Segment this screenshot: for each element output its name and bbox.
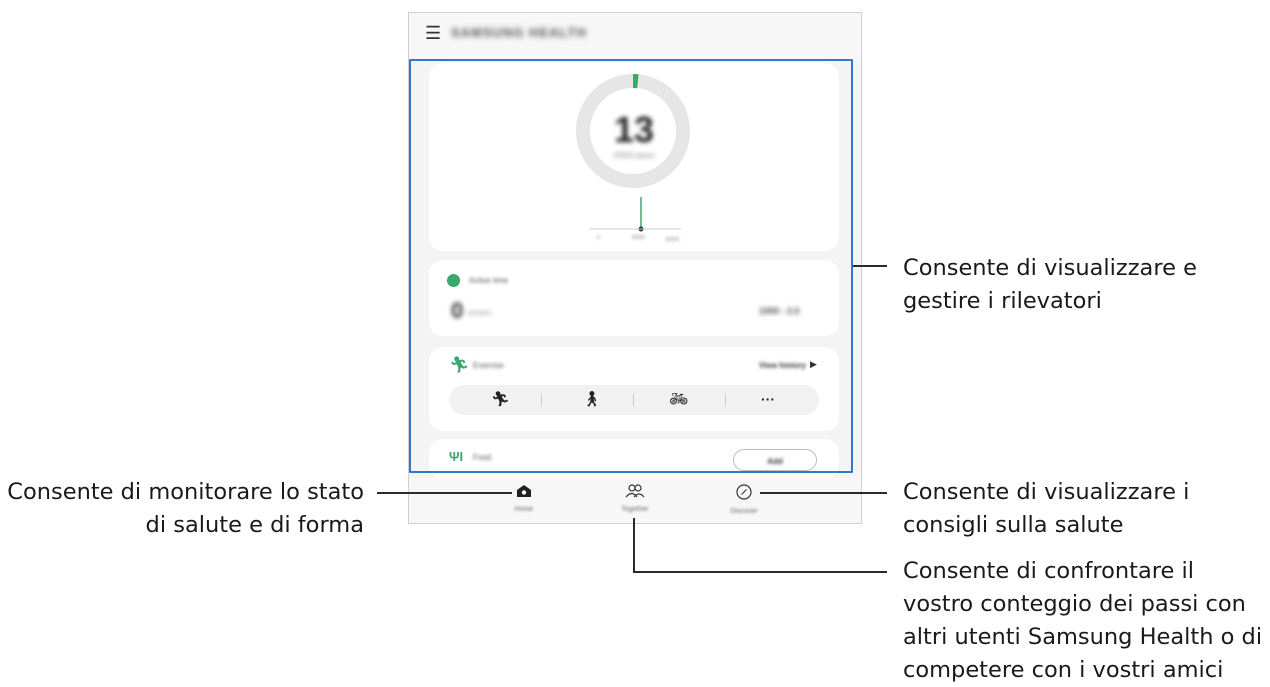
leader-line-home bbox=[377, 492, 512, 494]
nav-together-label: Together bbox=[621, 506, 649, 513]
callout-together-line2: vostro conteggio dei passi con bbox=[903, 591, 1246, 617]
callout-together: Consente di confrontare il vostro conteg… bbox=[903, 555, 1262, 687]
callout-trackers-line1: Consente di visualizzare e bbox=[903, 255, 1197, 281]
callout-trackers: Consente di visualizzare e gestire i ril… bbox=[903, 252, 1197, 318]
callout-home-line1: Consente di monitorare lo stato bbox=[7, 479, 364, 505]
leader-line-discover bbox=[760, 492, 887, 494]
people-icon bbox=[625, 484, 645, 498]
callout-home-line2: di salute e di forma bbox=[145, 512, 364, 538]
leader-line-together-v bbox=[633, 518, 635, 572]
app-bar: ☰ SAMSUNG HEALTH bbox=[409, 13, 861, 59]
hamburger-menu-icon[interactable]: ☰ bbox=[425, 23, 441, 44]
leader-line-together-h bbox=[633, 571, 887, 573]
nav-home[interactable]: Home bbox=[494, 484, 554, 513]
app-title: SAMSUNG HEALTH bbox=[451, 25, 587, 40]
leader-line-trackers bbox=[853, 265, 887, 267]
nav-discover-label: Discover bbox=[730, 508, 758, 515]
callout-together-line3: altri utenti Samsung Health o di bbox=[903, 624, 1263, 650]
callout-trackers-line2: gestire i rilevatori bbox=[903, 288, 1102, 314]
home-icon bbox=[517, 485, 531, 497]
callout-together-line1: Consente di confrontare il bbox=[903, 558, 1195, 584]
compass-icon bbox=[736, 484, 752, 500]
trackers-highlight bbox=[409, 59, 853, 473]
nav-discover[interactable]: Discover bbox=[714, 484, 774, 515]
nav-home-label: Home bbox=[514, 506, 534, 513]
callout-together-line4: competere con i vostri amici bbox=[903, 657, 1224, 683]
bottom-navigation: Home Together Discover bbox=[409, 478, 861, 523]
callout-discover-line2: consigli sulla salute bbox=[903, 512, 1124, 538]
callout-discover: Consente di visualizzare i consigli sull… bbox=[903, 476, 1189, 542]
callout-home: Consente di monitorare lo stato di salut… bbox=[7, 476, 364, 542]
callout-discover-line1: Consente di visualizzare i bbox=[903, 479, 1190, 505]
nav-together[interactable]: Together bbox=[605, 484, 665, 513]
